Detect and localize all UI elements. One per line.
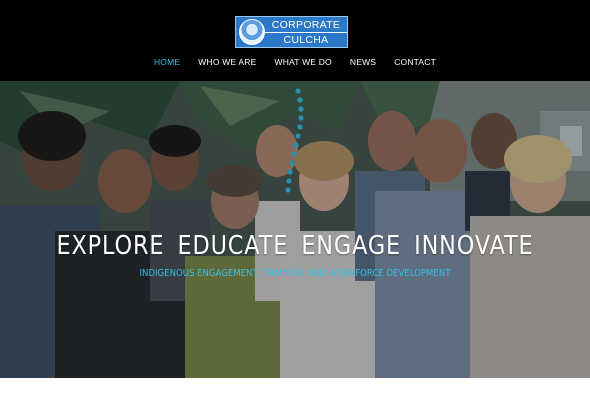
header-bar: CORPORATE CULCHA HOME WHO WE ARE WHAT WE… <box>0 0 590 81</box>
logo-line-2: CULCHA <box>283 33 329 46</box>
company-logo[interactable]: CORPORATE CULCHA <box>235 16 348 48</box>
logo-line-1: CORPORATE <box>265 19 347 33</box>
nav-item-news[interactable]: NEWS <box>348 57 378 71</box>
hero-headline: EXPLORE EDUCATE ENGAGE INNOVATE <box>56 231 534 261</box>
hero-subline: INDIGENOUS ENGAGEMENT, TRAINING AND WORK… <box>139 268 451 279</box>
nav-item-contact[interactable]: CONTACT <box>392 57 438 71</box>
logo-text: CORPORATE CULCHA <box>265 19 347 46</box>
hero-banner: EXPLORE EDUCATE ENGAGE INNOVATE INDIGENO… <box>0 81 590 378</box>
hero-overlay <box>0 81 590 378</box>
nav-item-who-we-are[interactable]: WHO WE ARE <box>196 57 258 71</box>
page-bottom-strip <box>0 378 590 401</box>
logo-emblem-icon <box>239 19 265 45</box>
nav-item-what-we-do[interactable]: WHAT WE DO <box>272 57 333 71</box>
main-nav: HOME WHO WE ARE WHAT WE DO NEWS CONTACT <box>0 57 590 71</box>
nav-item-home[interactable]: HOME <box>152 57 182 71</box>
